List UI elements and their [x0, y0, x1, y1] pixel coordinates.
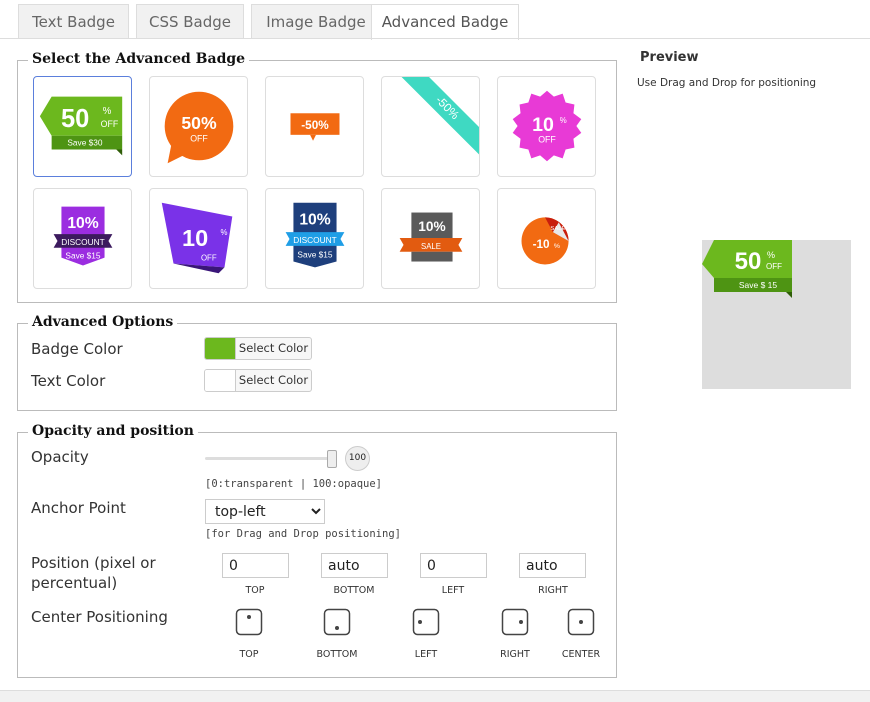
- badge-text: Save $15: [65, 251, 101, 261]
- badge-text: SALE!: [550, 226, 567, 232]
- position-bottom-input[interactable]: [321, 553, 388, 578]
- center-left-caption: LEFT: [414, 649, 438, 660]
- badge-text: 10: [182, 225, 208, 251]
- badge-color-picker[interactable]: Select Color: [204, 337, 312, 360]
- badge-color-label: Badge Color: [31, 340, 123, 358]
- badge-tile-banner-purple[interactable]: 10% DISCOUNT Save $15: [33, 188, 132, 289]
- badge-text: %: [221, 228, 228, 237]
- badge-tile-starburst-pink[interactable]: 10 % OFF: [497, 76, 596, 177]
- ribbon-sale-badge-image: 10% SALE: [399, 212, 463, 262]
- preview-badge-text: Save $ 15: [739, 280, 778, 290]
- opacity-position-legend: Opacity and position: [28, 423, 198, 439]
- starburst-pink-badge-image: 10 % OFF: [512, 90, 582, 162]
- flag-purple-badge-image: 10 % OFF: [161, 202, 233, 274]
- badge-text: Save $15: [297, 250, 333, 260]
- badge-text: 10%: [299, 211, 330, 228]
- center-bottom-caption: BOTTOM: [316, 649, 358, 660]
- anchor-point-hint: [for Drag and Drop positioning]: [205, 528, 401, 540]
- text-color-select-label: Select Color: [238, 373, 309, 387]
- position-left-input[interactable]: [420, 553, 487, 578]
- position-top-input[interactable]: [222, 553, 289, 578]
- text-color-swatch: [205, 370, 236, 391]
- position-label: Position (pixel or percentual): [31, 554, 156, 592]
- center-top-icon[interactable]: [235, 608, 263, 636]
- position-left-caption: LEFT: [441, 585, 465, 596]
- badge-text: OFF: [538, 135, 556, 145]
- banner-purple-badge-image: 10% DISCOUNT Save $15: [53, 206, 113, 266]
- tab-image-badge[interactable]: Image Badge: [251, 4, 381, 39]
- tab-css-badge[interactable]: CSS Badge: [136, 4, 244, 39]
- anchor-point-label: Anchor Point: [31, 499, 126, 517]
- sticker-peel-badge-image: SALE! -10 %: [521, 217, 569, 265]
- preview-badge[interactable]: 50 % OFF Save $ 15: [702, 240, 797, 302]
- badge-text: 10%: [418, 219, 445, 234]
- advanced-options-section: Advanced Options: [17, 314, 617, 411]
- badge-tile-bubble-orange[interactable]: 50% OFF: [149, 76, 248, 177]
- position-top-caption: TOP: [245, 585, 265, 596]
- badge-text: 10%: [67, 215, 98, 232]
- corner-teal-badge-image: -50%: [401, 77, 479, 155]
- badge-text: 50%: [181, 113, 217, 133]
- tab-advanced-badge[interactable]: Advanced Badge: [371, 4, 519, 40]
- center-bottom-icon[interactable]: [323, 608, 351, 636]
- opacity-value-bubble: 100: [345, 446, 370, 471]
- tag-orange-badge-image: -50%: [290, 113, 340, 141]
- position-right-caption: RIGHT: [538, 585, 568, 596]
- text-color-picker[interactable]: Select Color: [204, 369, 312, 392]
- tab-divider: [0, 38, 870, 39]
- badge-text: -50%: [301, 119, 329, 132]
- opacity-slider-track[interactable]: [205, 457, 335, 460]
- footer-bar: [0, 690, 870, 702]
- banner-navy-badge-image: 10% DISCOUNT Save $15: [285, 202, 345, 268]
- center-center-caption: CENTER: [561, 649, 601, 660]
- badge-text: 10: [532, 114, 554, 136]
- badge-text: %: [554, 243, 560, 250]
- badge-text: DISCOUNT: [293, 235, 336, 245]
- preview-badge-text: OFF: [766, 262, 782, 271]
- position-bottom-caption: BOTTOM: [333, 585, 375, 596]
- anchor-point-select[interactable]: top-left: [205, 499, 325, 524]
- badge-tile-tag-orange[interactable]: -50%: [265, 76, 364, 177]
- center-center-icon[interactable]: [567, 608, 595, 636]
- badge-color-swatch: [205, 338, 236, 359]
- badge-text: %: [103, 106, 112, 117]
- preview-description: Use Drag and Drop for positioning: [637, 77, 817, 89]
- text-color-label: Text Color: [31, 372, 106, 390]
- bubble-orange-badge-image: 50% OFF: [164, 91, 234, 164]
- position-right-input[interactable]: [519, 553, 586, 578]
- select-badge-legend: Select the Advanced Badge: [28, 51, 250, 67]
- ribbon-green-badge-image: 50 % OFF Save $30: [39, 96, 123, 156]
- badge-text: OFF: [201, 254, 217, 263]
- preview-badge-text: 50: [735, 248, 762, 275]
- center-left-icon[interactable]: [412, 608, 440, 636]
- badge-tile-banner-navy[interactable]: 10% DISCOUNT Save $15: [265, 188, 364, 289]
- badge-tile-flag-purple[interactable]: 10 % OFF: [149, 188, 248, 289]
- badge-tile-corner-teal[interactable]: -50%: [381, 76, 480, 177]
- center-positioning-label: Center Positioning: [31, 608, 168, 626]
- advanced-options-legend: Advanced Options: [28, 314, 178, 330]
- badge-color-select-label: Select Color: [238, 341, 309, 355]
- tab-text-badge[interactable]: Text Badge: [18, 4, 129, 39]
- center-top-caption: TOP: [239, 649, 259, 660]
- badge-text: SALE: [421, 242, 441, 251]
- select-badge-section: Select the Advanced Badge 50 % OFF Save …: [17, 51, 617, 303]
- center-right-icon[interactable]: [501, 608, 529, 636]
- badge-text: OFF: [101, 119, 119, 129]
- badge-tile-ribbon-green[interactable]: 50 % OFF Save $30: [33, 76, 132, 177]
- badge-tile-ribbon-sale[interactable]: 10% SALE: [381, 188, 480, 289]
- opacity-hint: [0:transparent | 100:opaque]: [205, 478, 383, 490]
- badge-text: DISCOUNT: [61, 237, 104, 247]
- badge-text: OFF: [190, 134, 208, 144]
- badge-tile-sticker-peel[interactable]: SALE! -10 %: [497, 188, 596, 289]
- badge-text: Save $30: [67, 138, 103, 148]
- opacity-slider-handle[interactable]: [327, 450, 337, 468]
- preview-title: Preview: [640, 50, 699, 65]
- opacity-label: Opacity: [31, 448, 89, 466]
- preview-badge-text: %: [767, 250, 775, 260]
- badge-text: %: [560, 116, 567, 125]
- badge-text: 50: [61, 105, 89, 133]
- badge-text: -10: [533, 238, 550, 251]
